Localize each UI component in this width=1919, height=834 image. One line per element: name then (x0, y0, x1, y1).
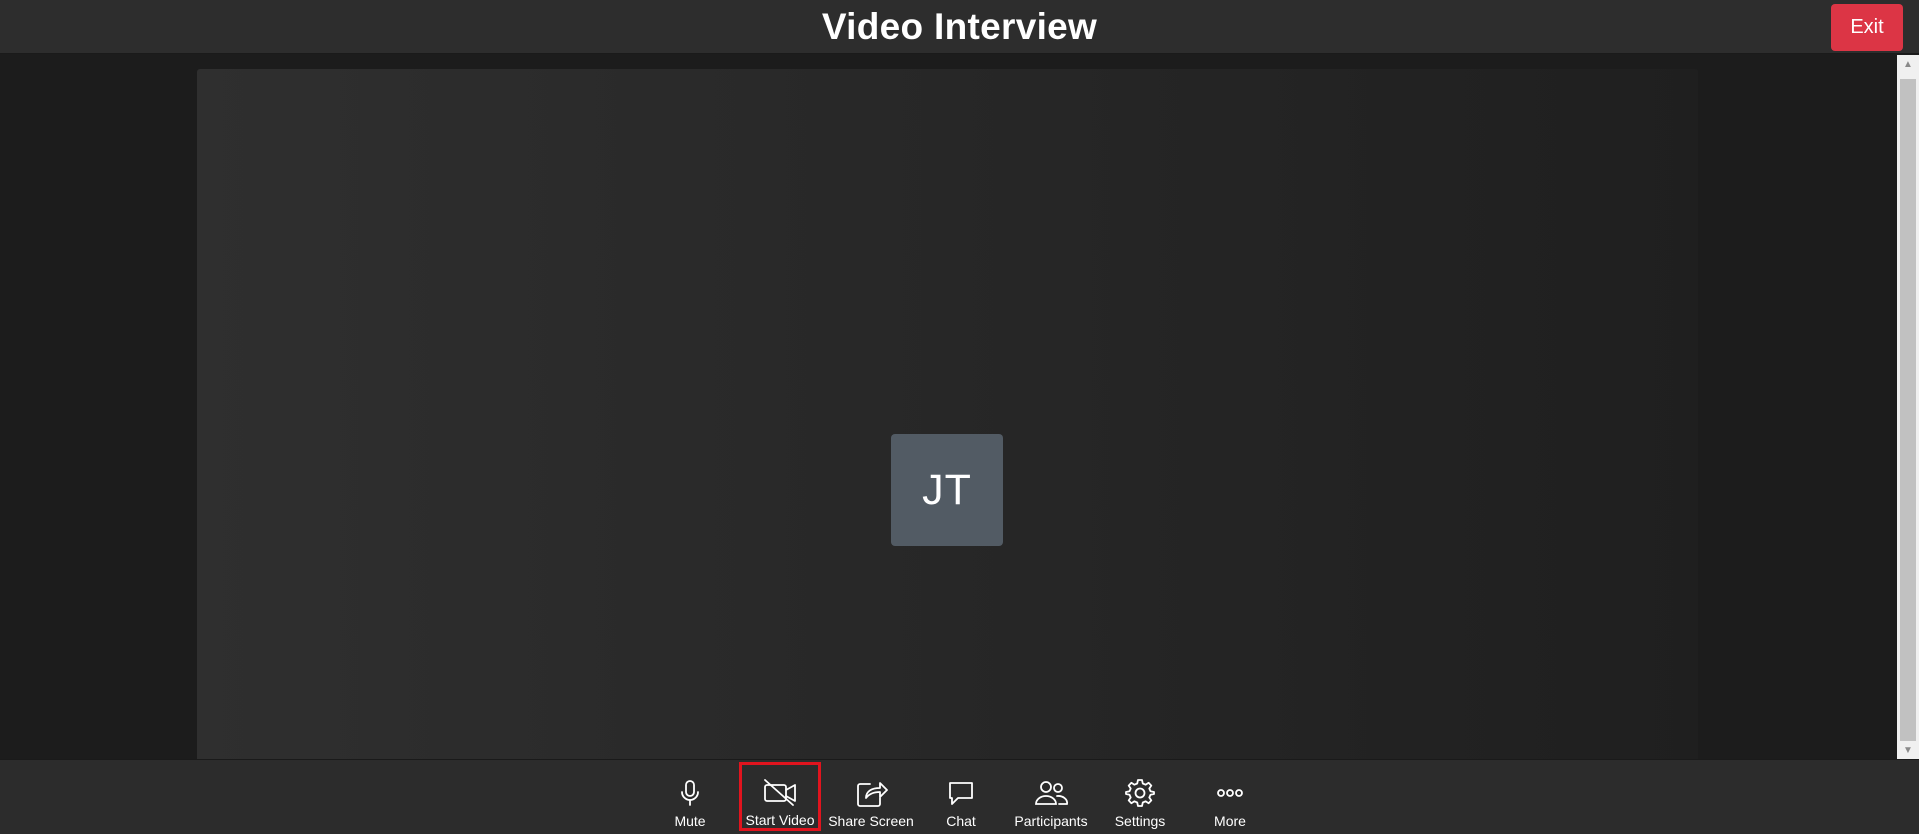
gear-icon (1120, 773, 1160, 813)
mute-button[interactable]: Mute (662, 763, 718, 832)
start-video-button[interactable]: Start Video (739, 762, 821, 831)
participants-icon (1031, 773, 1071, 813)
vertical-scrollbar[interactable]: ▲ ▼ (1897, 55, 1919, 759)
meeting-toolbar: Mute Start Video Share Screen Chat Parti… (0, 759, 1919, 834)
scroll-up-arrow-icon[interactable]: ▲ (1897, 55, 1919, 73)
start-video-label: Start Video (745, 812, 815, 828)
mute-label: Mute (674, 813, 706, 829)
share-screen-icon (851, 773, 891, 813)
header-bar: Video Interview Exit (0, 0, 1919, 54)
chat-icon (941, 773, 981, 813)
share-screen-button[interactable]: Share Screen (828, 763, 914, 832)
participants-button[interactable]: Participants (1012, 763, 1090, 832)
participant-video-tile: JT (197, 69, 1698, 759)
scroll-thumb[interactable] (1900, 79, 1916, 741)
settings-label: Settings (1114, 813, 1166, 829)
scroll-down-arrow-icon[interactable]: ▼ (1897, 741, 1919, 759)
chat-button[interactable]: Chat (933, 763, 989, 832)
share-screen-label: Share Screen (828, 813, 914, 829)
video-stage: JT (0, 55, 1897, 759)
participants-label: Participants (1014, 813, 1088, 829)
page-title: Video Interview (821, 6, 1098, 47)
video-off-icon (760, 772, 800, 812)
more-label: More (1214, 813, 1246, 829)
more-icon (1210, 773, 1250, 813)
exit-button[interactable]: Exit (1831, 4, 1903, 51)
microphone-icon (670, 773, 710, 813)
participant-avatar: JT (891, 434, 1003, 546)
video-interview-app: Video Interview Exit JT ▲ ▼ Mute Start V… (0, 0, 1919, 834)
settings-button[interactable]: Settings (1110, 763, 1170, 832)
more-button[interactable]: More (1200, 763, 1260, 832)
chat-label: Chat (946, 813, 976, 829)
